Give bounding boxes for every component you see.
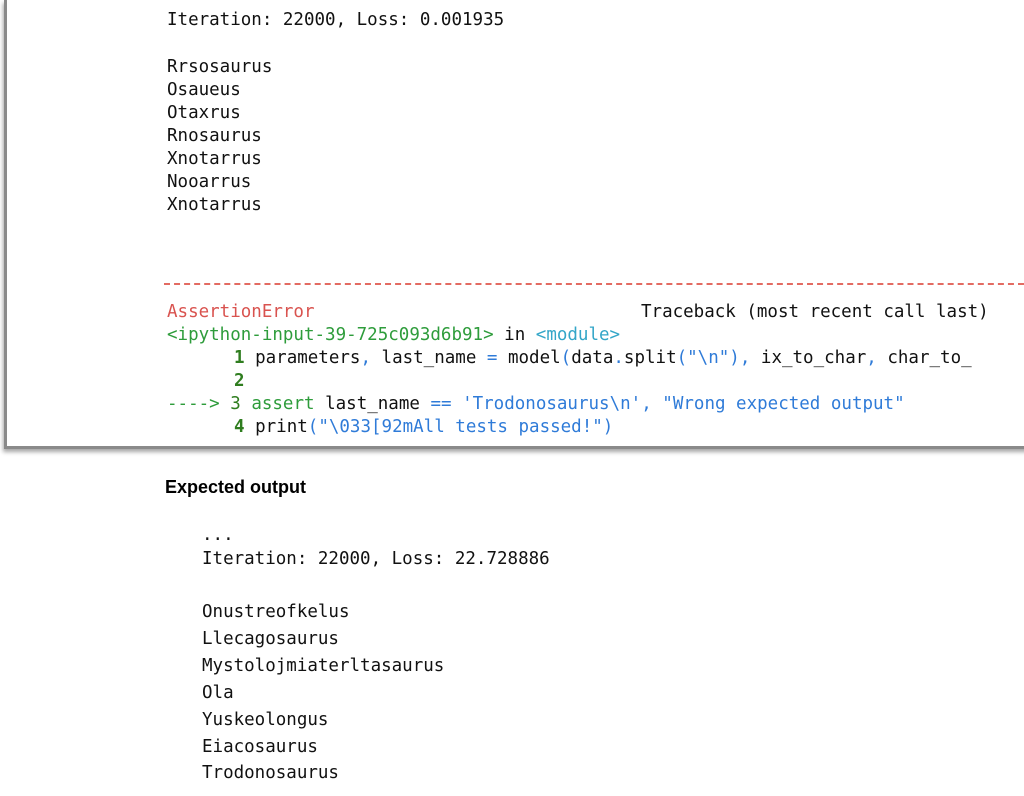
expected-name: Eiacosaurus — [202, 737, 318, 757]
traceback-line-3: ----> 3 assert last_name == 'Trodonosaur… — [167, 393, 905, 416]
traceback-label: Traceback (most recent call last) — [641, 302, 989, 322]
line-number: 3 — [230, 394, 241, 414]
in-word: in — [493, 325, 536, 345]
expected-name: Mystolojmiaterltasaurus — [202, 656, 445, 676]
expected-ellipsis: ... — [202, 525, 234, 545]
generated-name: Osaueus — [167, 80, 241, 100]
cell-output-area: Iteration: 22000, Loss: 0.001935 Rrsosau… — [4, 0, 1024, 449]
generated-name: Rnosaurus — [167, 126, 262, 146]
module-ref: <module> — [535, 325, 621, 345]
line-number: 2 — [234, 371, 245, 391]
traceback-line-2: 2 — [234, 370, 245, 393]
expected-iteration-line: Iteration: 22000, Loss: 22.728886 — [202, 549, 550, 569]
generated-name: Otaxrus — [167, 103, 241, 123]
expected-name: Yuskeolongus — [202, 710, 329, 730]
line-number: 4 — [234, 417, 245, 437]
generated-name: Xnotarrus — [167, 195, 262, 215]
error-name: AssertionError — [167, 302, 315, 322]
traceback-line-1: 1 parameters, last_name = model(data.spl… — [234, 347, 972, 370]
expected-name: Ola — [202, 683, 234, 703]
expected-name: Trodonosaurus — [202, 763, 339, 783]
line-number: 1 — [234, 348, 245, 368]
generated-name: Rrsosaurus — [167, 57, 273, 77]
generated-name: Xnotarrus — [167, 149, 262, 169]
traceback-location: <ipython-input-39-725c093d6b91> in <modu… — [167, 324, 620, 347]
input-ref: <ipython-input-39-725c093d6b91> — [167, 325, 494, 345]
generated-name: Nooarrus — [167, 172, 252, 192]
iteration-line: Iteration: 22000, Loss: 0.001935 — [167, 10, 505, 30]
traceback-line-4: 4 print("\033[92mAll tests passed!") — [234, 416, 613, 439]
code-text: parameters, last_name = model(data.split… — [255, 348, 972, 368]
error-arrow: ----> — [167, 394, 220, 414]
expected-name: Onustreofkelus — [202, 602, 350, 622]
expected-name: Llecagosaurus — [202, 629, 339, 649]
code-text: print("\033[92mAll tests passed!") — [255, 417, 614, 437]
code-text: assert last_name == 'Trodonosaurus\n', "… — [251, 394, 905, 414]
traceback-separator — [164, 283, 1024, 285]
expected-output-heading: Expected output — [165, 477, 307, 497]
